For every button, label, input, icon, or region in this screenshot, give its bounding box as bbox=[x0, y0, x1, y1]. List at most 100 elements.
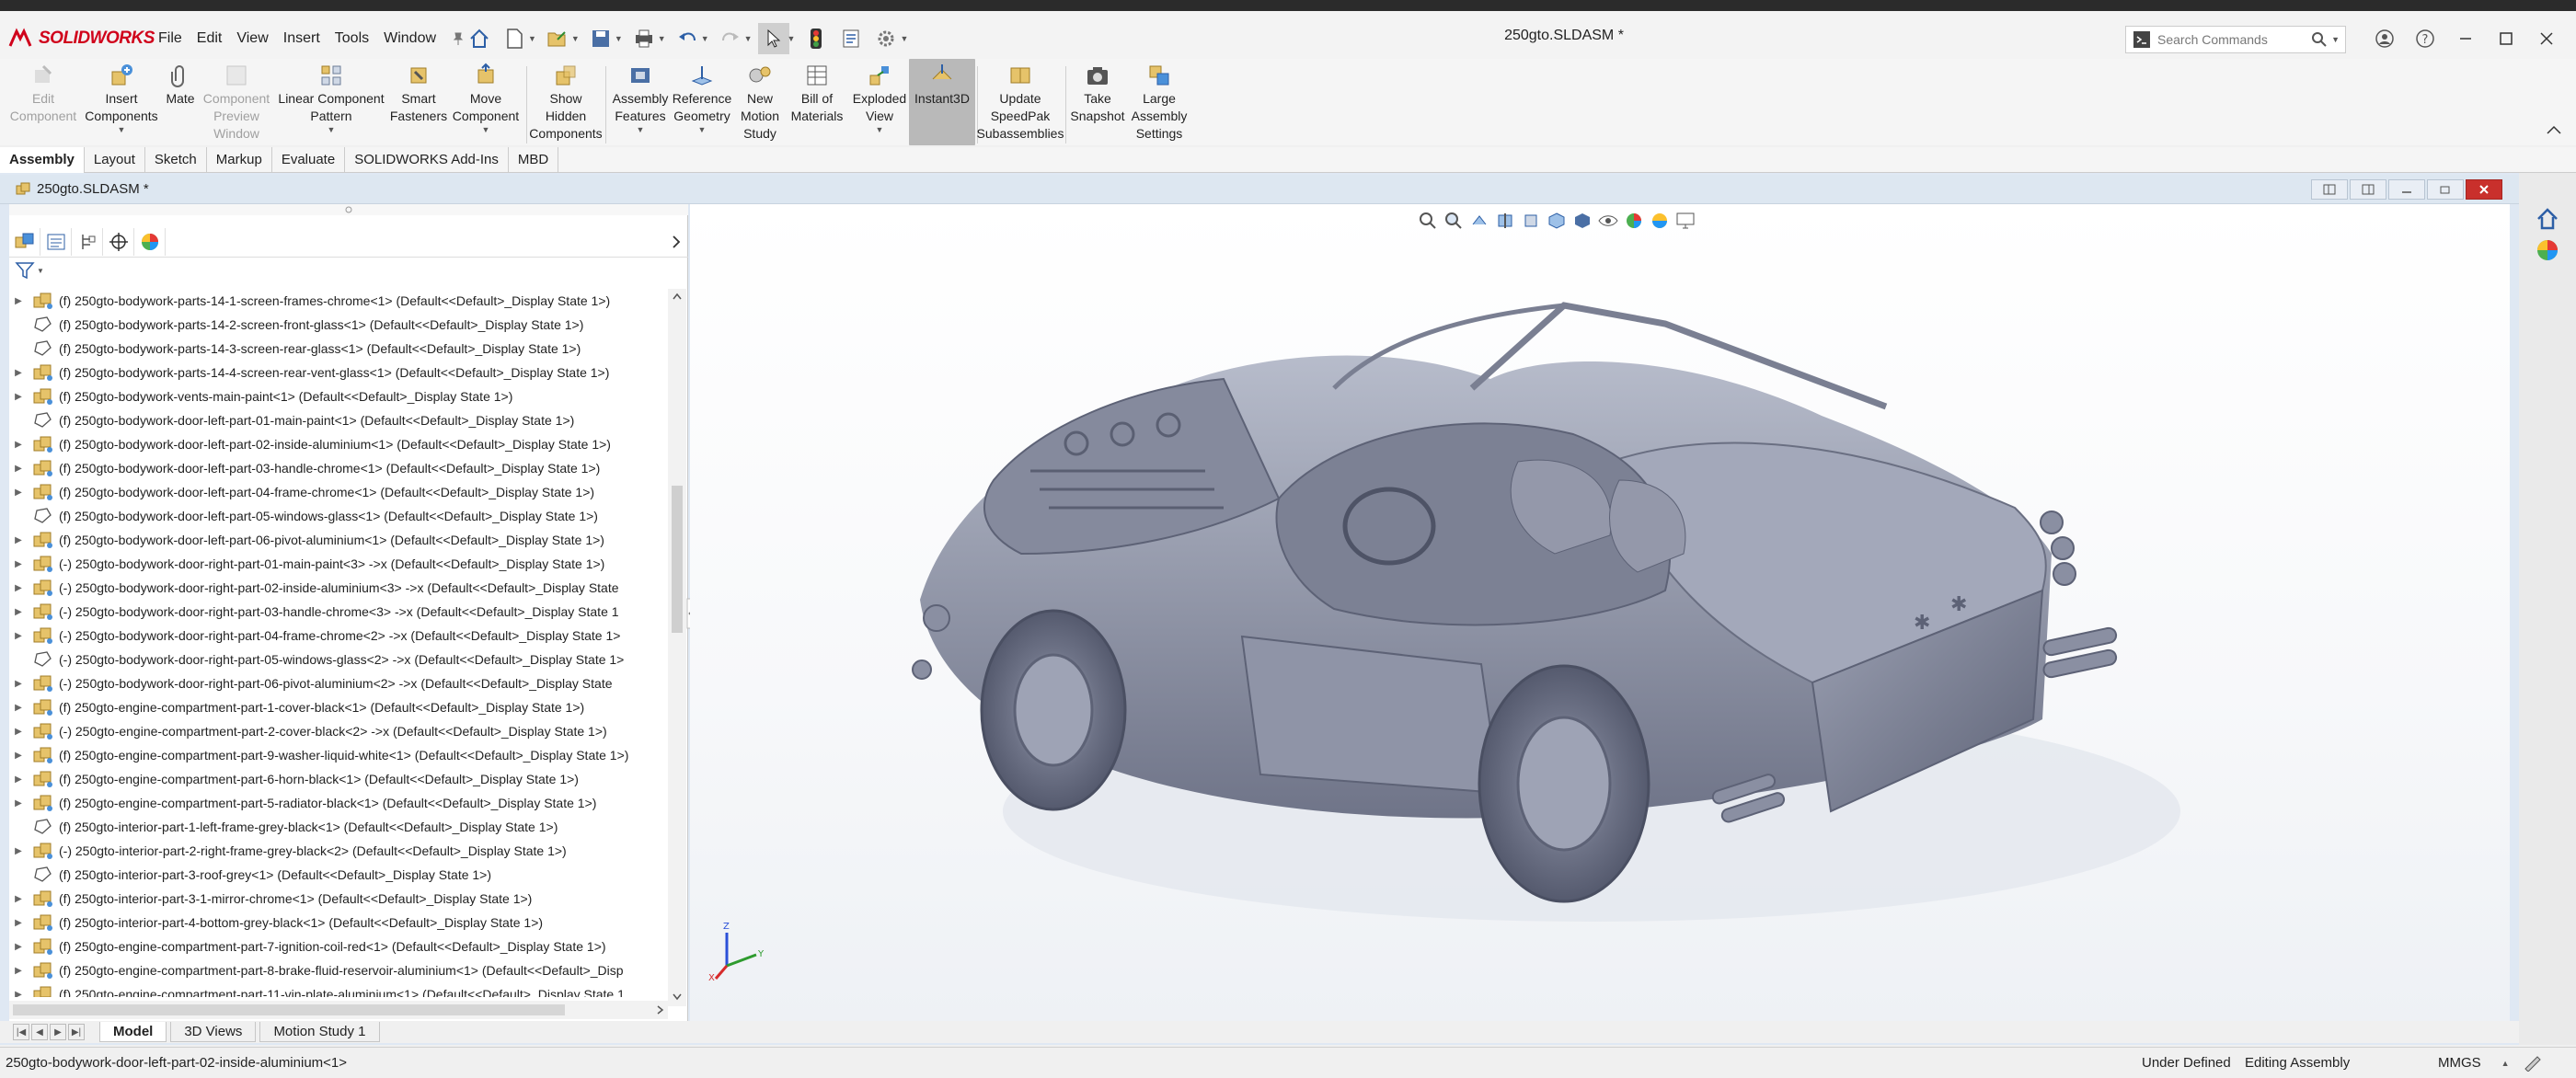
chevron-down-icon[interactable]: ▼ bbox=[328, 125, 336, 134]
user-button[interactable] bbox=[2364, 24, 2405, 53]
tree-item[interactable]: ▶ (-) 250gto-bodywork-door-right-part-01-… bbox=[13, 552, 668, 576]
undo-button[interactable] bbox=[672, 23, 703, 54]
tab-dimxpert-manager[interactable] bbox=[103, 227, 134, 256]
tree-item[interactable]: (f) 250gto-bodywork-parts-14-3-screen-re… bbox=[13, 337, 668, 361]
menu-edit[interactable]: Edit bbox=[197, 30, 223, 47]
expand-arrow-icon[interactable]: ▶ bbox=[13, 798, 24, 808]
file-properties-button[interactable] bbox=[835, 23, 867, 54]
chevron-down-icon[interactable]: ▼ bbox=[482, 125, 490, 134]
scroll-right-icon[interactable] bbox=[657, 1005, 664, 1015]
scroll-up-icon[interactable] bbox=[673, 292, 682, 300]
chevron-down-icon[interactable]: ▼ bbox=[698, 125, 707, 134]
tree-item[interactable]: ▶ (f) 250gto-engine-compartment-part-5-ra… bbox=[13, 791, 668, 815]
collapse-ribbon-icon[interactable] bbox=[2545, 123, 2563, 136]
chevron-down-icon[interactable]: ▼ bbox=[615, 34, 623, 43]
tab-mbd[interactable]: MBD bbox=[509, 146, 559, 173]
panel-splitter[interactable] bbox=[9, 204, 688, 215]
large-assembly-settings-button[interactable]: Large Assembly Settings bbox=[1126, 63, 1192, 143]
tab-feature-tree[interactable] bbox=[9, 227, 40, 256]
tree-item[interactable]: ▶ (f) 250gto-bodywork-parts-14-4-screen-r… bbox=[13, 361, 668, 384]
save-button[interactable] bbox=[585, 23, 616, 54]
tab-solidworks-addins[interactable]: SOLIDWORKS Add-Ins bbox=[345, 146, 509, 173]
options-button[interactable] bbox=[870, 23, 902, 54]
tree-item[interactable]: ▶ (f) 250gto-interior-part-3-1-mirror-chr… bbox=[13, 887, 668, 911]
zoom-to-area-button[interactable] bbox=[1441, 209, 1466, 233]
unit-system[interactable]: MMGS ▲ bbox=[2438, 1055, 2510, 1071]
menu-file[interactable]: File bbox=[158, 30, 182, 47]
apply-scene-button[interactable] bbox=[1647, 209, 1673, 233]
menu-window[interactable]: Window bbox=[384, 30, 436, 47]
expand-arrow-icon[interactable]: ▶ bbox=[13, 774, 24, 785]
chevron-down-icon[interactable]: ▼ bbox=[571, 34, 580, 43]
component-preview-window-button[interactable]: Component Preview Window bbox=[197, 63, 276, 143]
chevron-down-icon[interactable]: ▼ bbox=[788, 34, 796, 43]
tree-item[interactable]: ▶ (f) 250gto-bodywork-door-left-part-06-p… bbox=[13, 528, 668, 552]
tab-evaluate[interactable]: Evaluate bbox=[272, 146, 346, 173]
chevron-down-icon[interactable]: ▼ bbox=[528, 34, 536, 43]
linear-component-pattern-button[interactable]: Linear Component Pattern ▼ bbox=[276, 63, 386, 134]
mate-button[interactable]: Mate bbox=[160, 63, 201, 108]
display-style-button[interactable] bbox=[1570, 209, 1595, 233]
tab-configuration-manager[interactable] bbox=[72, 227, 103, 256]
next-tab-button[interactable]: ▶ bbox=[50, 1024, 66, 1040]
home-button[interactable] bbox=[464, 23, 495, 54]
expand-arrow-icon[interactable]: ▶ bbox=[13, 559, 24, 569]
tree-item[interactable]: ▶ (f) 250gto-engine-compartment-part-11-v… bbox=[13, 982, 668, 997]
tree-item[interactable]: ▶ (-) 250gto-engine-compartment-part-2-co… bbox=[13, 719, 668, 743]
new-motion-study-button[interactable]: New Motion Study bbox=[734, 63, 786, 143]
menu-insert[interactable]: Insert bbox=[283, 30, 320, 47]
hide-show-items-button[interactable] bbox=[1595, 209, 1621, 233]
expand-arrow-icon[interactable]: ▶ bbox=[13, 583, 24, 593]
expand-arrow-icon[interactable]: ▶ bbox=[13, 751, 24, 761]
tree-item[interactable]: ▶ (-) 250gto-bodywork-door-right-part-04-… bbox=[13, 624, 668, 648]
rebuild-button[interactable] bbox=[800, 23, 832, 54]
graphics-area[interactable]: ✱ ✱ bbox=[690, 204, 2510, 1021]
take-snapshot-button[interactable]: Take Snapshot bbox=[1067, 63, 1128, 125]
chevron-down-icon[interactable]: ▼ bbox=[900, 34, 908, 43]
doc-tile-left-button[interactable] bbox=[2311, 179, 2348, 200]
tree-item[interactable]: ▶ (f) 250gto-engine-compartment-part-7-ig… bbox=[13, 935, 668, 958]
chevron-down-icon[interactable]: ▼ bbox=[637, 125, 645, 134]
tree-vertical-scrollbar[interactable] bbox=[668, 289, 686, 1006]
scroll-thumb[interactable] bbox=[672, 486, 683, 633]
tree-item[interactable]: ▶ (f) 250gto-interior-part-4-bottom-grey-… bbox=[13, 911, 668, 935]
customize-status-icon[interactable] bbox=[2523, 1055, 2543, 1072]
expand-arrow-icon[interactable]: ▶ bbox=[13, 464, 24, 474]
car-model-render[interactable]: ✱ ✱ bbox=[690, 204, 2510, 1021]
expand-arrow-icon[interactable]: ▶ bbox=[13, 703, 24, 713]
chevron-down-icon[interactable]: ▲ bbox=[2501, 1059, 2510, 1068]
tree-item[interactable]: (-) 250gto-bodywork-door-right-part-05-w… bbox=[13, 648, 668, 671]
expand-arrow-icon[interactable]: ▶ bbox=[13, 440, 24, 450]
chevron-down-icon[interactable]: ▼ bbox=[876, 125, 884, 134]
instant3d-button[interactable]: Instant3D bbox=[909, 59, 975, 145]
move-component-button[interactable]: Move Component ▼ bbox=[451, 63, 521, 134]
expand-arrow-icon[interactable]: ▶ bbox=[13, 392, 24, 402]
tree-item[interactable]: ▶ (f) 250gto-engine-compartment-part-9-wa… bbox=[13, 743, 668, 767]
expand-arrow-icon[interactable]: ▶ bbox=[13, 918, 24, 928]
tree-item[interactable]: ▶ (-) 250gto-bodywork-door-right-part-03-… bbox=[13, 600, 668, 624]
last-tab-button[interactable]: ▶| bbox=[68, 1024, 85, 1040]
open-button[interactable] bbox=[542, 23, 573, 54]
zoom-to-fit-button[interactable] bbox=[1415, 209, 1441, 233]
tree-filter[interactable]: ▼ bbox=[15, 259, 44, 281]
dynamic-annotation-button[interactable] bbox=[1518, 209, 1544, 233]
tree-item[interactable]: ▶ (-) 250gto-interior-part-2-right-frame-… bbox=[13, 839, 668, 863]
tab-motion-study-1[interactable]: Motion Study 1 bbox=[259, 1022, 380, 1042]
select-button[interactable] bbox=[757, 23, 789, 54]
appearances-scenes-icon[interactable] bbox=[2535, 237, 2560, 263]
tree-item[interactable]: ▶ (f) 250gto-engine-compartment-part-8-br… bbox=[13, 958, 668, 982]
redo-button[interactable] bbox=[715, 23, 746, 54]
exploded-view-button[interactable]: Exploded View ▼ bbox=[845, 63, 914, 134]
tree-item[interactable]: (f) 250gto-bodywork-door-left-part-01-ma… bbox=[13, 408, 668, 432]
tree-item[interactable]: (f) 250gto-bodywork-parts-14-2-screen-fr… bbox=[13, 313, 668, 337]
chevron-down-icon[interactable]: ▼ bbox=[37, 267, 44, 275]
expand-arrow-icon[interactable]: ▶ bbox=[13, 894, 24, 904]
doc-minimize-button[interactable] bbox=[2388, 179, 2425, 200]
maximize-button[interactable] bbox=[2486, 24, 2526, 53]
tree-item[interactable]: ▶ (f) 250gto-bodywork-door-left-part-04-f… bbox=[13, 480, 668, 504]
scroll-down-icon[interactable] bbox=[673, 993, 682, 1001]
tab-layout[interactable]: Layout bbox=[85, 146, 145, 173]
previous-tab-button[interactable]: ◀ bbox=[31, 1024, 48, 1040]
search-commands[interactable]: Search Commands ▼ bbox=[2125, 26, 2346, 53]
scroll-thumb[interactable] bbox=[13, 1004, 565, 1015]
